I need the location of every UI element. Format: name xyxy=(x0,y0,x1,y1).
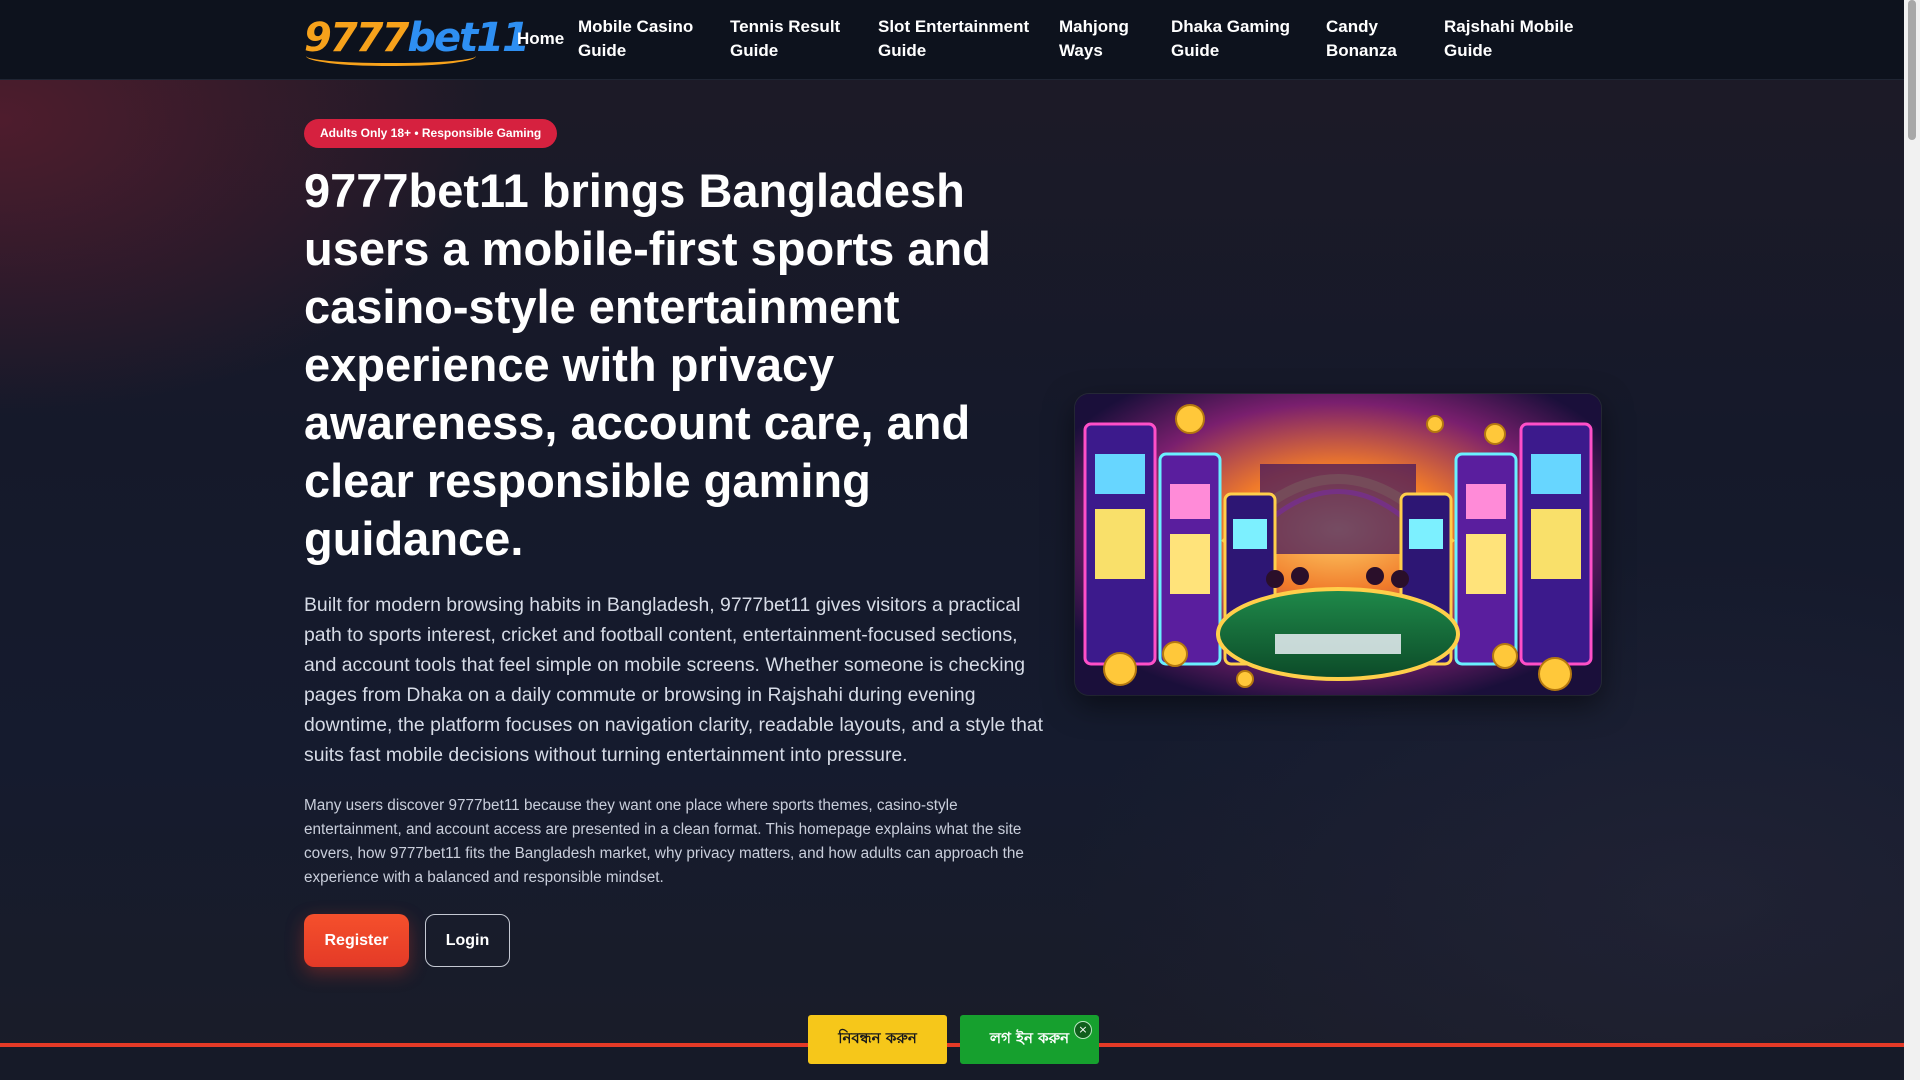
logo-text-brand: bet11 xyxy=(407,15,530,61)
nav-rajshahi-mobile-guide[interactable]: Rajshahi Mobile Guide xyxy=(1444,15,1584,63)
nav-candy-bonanza[interactable]: Candy Bonanza xyxy=(1326,15,1421,63)
hero-sub-paragraph: Many users discover 9777bet11 because th… xyxy=(304,797,1024,886)
login-button[interactable]: Login xyxy=(425,914,510,967)
nav-mobile-casino-guide[interactable]: Mobile Casino Guide xyxy=(578,15,708,63)
bottom-bar xyxy=(0,1047,1904,1080)
hero-title: 9777bet11 brings Bangladesh users a mobi… xyxy=(304,164,991,565)
logo-text-number: 9777 xyxy=(304,15,409,61)
site-logo[interactable]: 9777bet11 xyxy=(304,15,530,66)
nav-tennis-result-guide[interactable]: Tennis Result Guide xyxy=(730,15,850,63)
register-button[interactable]: Register xyxy=(304,914,409,967)
page-scrollbar[interactable] xyxy=(1904,0,1920,1080)
nav-dhaka-gaming-guide[interactable]: Dhaka Gaming Guide xyxy=(1171,15,1301,63)
bottom-register-button[interactable]: নিবন্ধন করুন xyxy=(808,1015,947,1064)
nav-slot-entertainment-guide[interactable]: Slot Entertainment Guide xyxy=(878,15,1038,63)
scrollbar-thumb[interactable] xyxy=(1908,0,1916,140)
site-header: 9777bet11 Home Mobile Casino Guide Tenni… xyxy=(0,0,1904,80)
logo-swoosh xyxy=(306,56,476,66)
nav-home[interactable]: Home xyxy=(517,27,564,51)
close-icon[interactable]: × xyxy=(1074,1021,1092,1039)
nav-mahjong-ways[interactable]: Mahjong Ways xyxy=(1059,15,1149,63)
age-badge: Adults Only 18+ • Responsible Gaming xyxy=(304,119,558,148)
page: 9777bet11 Home Mobile Casino Guide Tenni… xyxy=(0,0,1904,1080)
casino-hero-image xyxy=(1075,394,1601,695)
hero-lead-paragraph: Built for modern browsing habits in Bang… xyxy=(304,594,1044,766)
